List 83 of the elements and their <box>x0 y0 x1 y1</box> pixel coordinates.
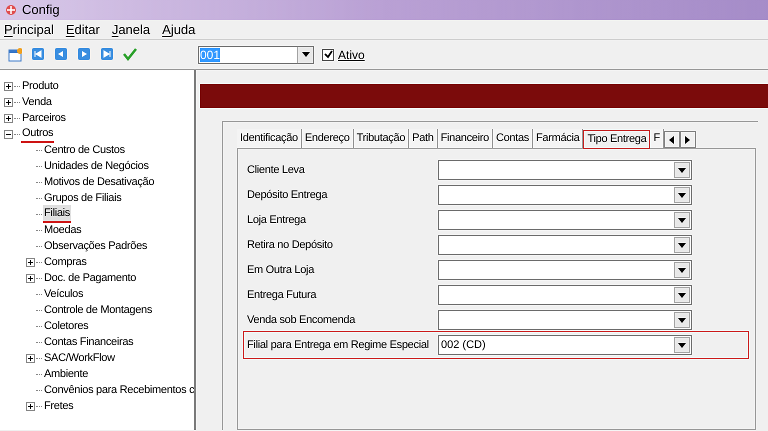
tab[interactable]: Contas <box>492 129 534 148</box>
tree-item[interactable]: Ambiente <box>43 366 90 382</box>
field-dropdown[interactable]: 002 (CD) <box>438 335 692 355</box>
scroll-right-button[interactable] <box>680 131 696 148</box>
first-record-icon[interactable] <box>31 47 45 62</box>
field-label: Loja Entrega <box>247 212 308 228</box>
expand-icon[interactable] <box>26 258 35 266</box>
tree-item[interactable]: Contas Financeiras <box>43 334 134 350</box>
tree-item[interactable]: SAC/WorkFlow <box>43 350 116 366</box>
tree-item[interactable]: Centro de Custos <box>43 142 126 158</box>
field-dropdown[interactable] <box>438 285 692 305</box>
field-label: Em Outra Loja <box>247 262 316 278</box>
tree-item[interactable]: Veículos <box>43 286 84 302</box>
code-value: 001 <box>200 48 220 62</box>
dropdown-arrow-icon <box>678 268 686 272</box>
tree-item[interactable]: Grupos de Filiais <box>43 190 122 206</box>
menu-item[interactable]: Janela <box>112 20 150 40</box>
last-record-icon[interactable] <box>100 47 114 62</box>
window-title: Config <box>22 1 60 20</box>
dropdown-arrow-icon <box>678 168 686 172</box>
field-dropdown[interactable] <box>438 185 692 205</box>
field-dropdown[interactable] <box>438 160 692 180</box>
dropdown-arrow-icon <box>678 342 686 348</box>
expand-icon[interactable] <box>4 82 13 90</box>
new-record-icon[interactable] <box>8 47 22 62</box>
tree-item[interactable]: Fretes <box>43 398 74 414</box>
dropdown-arrow-icon <box>678 318 686 322</box>
tree-item[interactable]: Compras <box>43 254 88 270</box>
field-dropdown[interactable] <box>438 310 692 330</box>
tree-item[interactable]: Motivos de Desativação <box>43 174 156 190</box>
dropdown-arrow-icon <box>678 218 686 222</box>
tab[interactable]: Tipo Entrega <box>583 130 650 149</box>
left-arrow-icon <box>669 136 674 144</box>
menu-item[interactable]: Ajuda <box>162 20 196 40</box>
right-arrow-icon <box>685 136 690 144</box>
field-label: Filial para Entrega em Regime Especial <box>247 338 430 353</box>
field-label: Entrega Futura <box>247 288 318 303</box>
dropdown-arrow-icon <box>678 292 686 298</box>
tab[interactable]: F <box>650 129 664 148</box>
tree-item[interactable]: Parceiros <box>21 110 67 126</box>
scroll-left-button[interactable] <box>664 131 680 148</box>
tree-item[interactable]: Venda <box>21 94 53 110</box>
tree-item[interactable]: Moedas <box>43 222 82 238</box>
dropdown-arrow-icon <box>678 192 686 198</box>
field-dropdown[interactable] <box>438 235 692 255</box>
tree-item[interactable]: Doc. de Pagamento <box>43 270 138 286</box>
dropdown-arrow-icon <box>302 52 310 57</box>
tree-item[interactable]: Coletores <box>43 318 90 334</box>
tree-item[interactable]: Produto <box>21 78 60 94</box>
tree-item[interactable]: Observações Padrões <box>43 238 148 254</box>
tab[interactable]: Endereço <box>302 129 354 148</box>
tree-item[interactable]: Outros <box>21 124 54 144</box>
expand-icon[interactable] <box>26 354 35 362</box>
field-label: Depósito Entrega <box>247 188 328 203</box>
menu-item[interactable]: Principal <box>4 20 54 40</box>
tree-item[interactable]: Filiais <box>43 204 72 224</box>
tree-item[interactable]: Unidades de Negócios <box>43 158 150 174</box>
expand-icon[interactable] <box>26 274 35 282</box>
next-record-icon[interactable] <box>77 47 91 62</box>
dropdown-arrow-icon <box>678 242 686 248</box>
collapse-icon[interactable] <box>4 130 13 138</box>
tree-item[interactable]: Controle de Montagens <box>43 302 154 318</box>
tab[interactable]: Path <box>409 129 438 148</box>
expand-icon[interactable] <box>4 114 13 122</box>
tab[interactable]: Farmácia <box>533 129 584 148</box>
field-value: 002 (CD) <box>440 338 487 353</box>
tab[interactable]: Identificação <box>237 129 302 148</box>
previous-record-icon[interactable] <box>54 47 68 62</box>
ativo-label: Ativo <box>338 46 365 64</box>
field-label: Cliente Leva <box>247 162 306 178</box>
field-label: Venda sob Encomenda <box>247 312 356 328</box>
field-dropdown[interactable] <box>438 210 692 230</box>
expand-icon[interactable] <box>4 98 13 106</box>
tab[interactable]: Tributação <box>354 129 410 148</box>
menu-item[interactable]: Editar <box>66 20 100 40</box>
field-dropdown[interactable] <box>438 260 692 280</box>
ativo-checkbox[interactable] <box>322 48 334 60</box>
tab[interactable]: Financeiro <box>438 129 493 148</box>
field-label: Retira no Depósito <box>247 238 334 253</box>
checkmark-icon[interactable] <box>123 47 137 62</box>
expand-icon[interactable] <box>26 402 35 410</box>
tree-item[interactable]: Convênios para Recebimentos c <box>43 382 194 398</box>
app-icon <box>4 3 18 17</box>
